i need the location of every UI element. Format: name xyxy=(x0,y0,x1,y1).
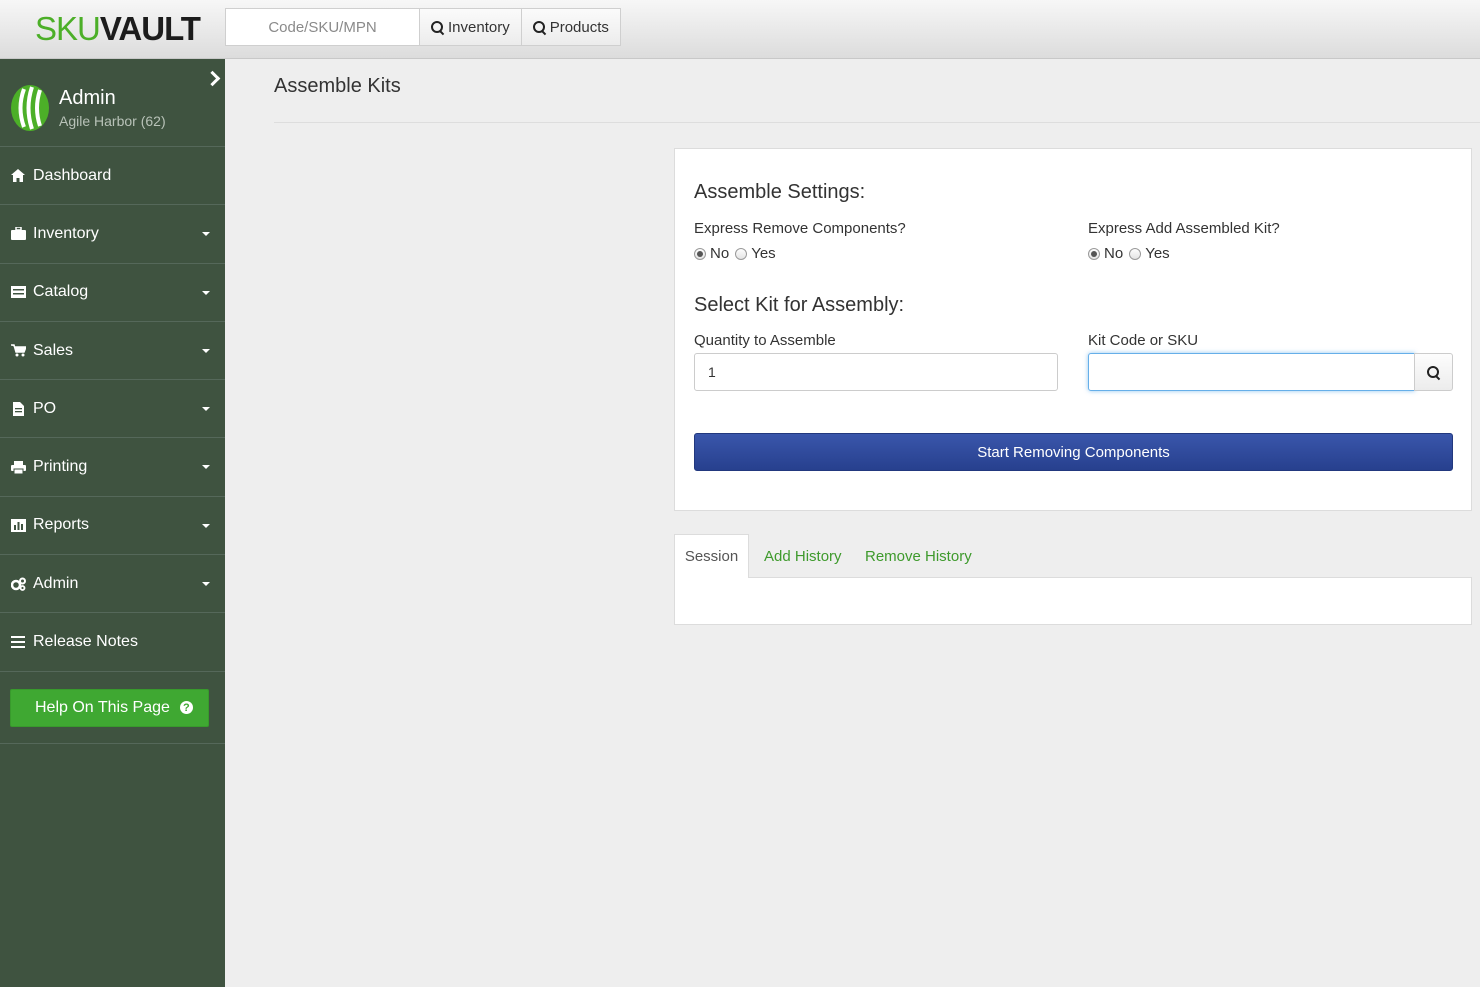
history-tabs: Session Add History Remove History xyxy=(674,534,1472,625)
assemble-settings-heading: Assemble Settings: xyxy=(694,181,866,203)
skuvault-logo[interactable]: SKUVAULT xyxy=(35,11,201,47)
page-title: Assemble Kits xyxy=(274,75,401,97)
list-icon xyxy=(10,285,26,299)
global-search: Inventory Products xyxy=(225,8,621,46)
help-section: Help On This Page ? xyxy=(0,672,225,744)
sidebar-item-admin[interactable]: Admin xyxy=(0,555,225,614)
skuvault-avatar-icon xyxy=(11,85,49,131)
question-circle-icon: ? xyxy=(179,701,193,715)
printer-icon xyxy=(10,460,26,474)
express-remove-radio-group: No Yes xyxy=(694,245,782,262)
caret-down-icon xyxy=(202,582,210,587)
express-add-yes-radio[interactable] xyxy=(1129,247,1142,260)
express-remove-yes-radio[interactable] xyxy=(735,247,748,260)
code-sku-search-input[interactable] xyxy=(225,8,419,46)
sidebar-item-dashboard[interactable]: Dashboard xyxy=(0,147,225,206)
express-remove-label: Express Remove Components? xyxy=(694,220,906,237)
search-icon xyxy=(532,20,546,34)
express-add-label: Express Add Assembled Kit? xyxy=(1088,220,1280,237)
menu-icon xyxy=(10,635,26,649)
user-org: Agile Harbor (62) xyxy=(59,113,166,129)
sidebar-item-catalog[interactable]: Catalog xyxy=(0,264,225,322)
briefcase-icon xyxy=(10,227,26,241)
sidebar-item-reports[interactable]: Reports xyxy=(0,497,225,556)
caret-down-icon xyxy=(202,232,210,237)
title-divider xyxy=(274,122,1480,123)
search-inventory-button[interactable]: Inventory xyxy=(419,8,522,46)
select-kit-heading: Select Kit for Assembly: xyxy=(694,294,905,316)
user-name: Admin xyxy=(59,87,116,109)
home-icon xyxy=(10,169,26,183)
cart-icon xyxy=(10,344,26,358)
sidebar-item-release-notes[interactable]: Release Notes xyxy=(0,613,225,672)
assemble-settings-panel: Assemble Settings: Express Remove Compon… xyxy=(674,148,1472,511)
help-on-this-page-button[interactable]: Help On This Page ? xyxy=(10,688,209,727)
caret-down-icon xyxy=(202,465,210,470)
tab-add-history[interactable]: Add History xyxy=(764,534,842,578)
user-profile: Admin Agile Harbor (62) xyxy=(0,59,225,147)
express-add-radio-group: No Yes xyxy=(1088,245,1176,262)
document-icon xyxy=(10,401,26,416)
sidebar: Admin Agile Harbor (62) Dashboard Invent… xyxy=(0,59,225,987)
express-remove-no-radio[interactable] xyxy=(694,247,706,260)
chart-icon xyxy=(10,518,26,532)
chevron-right-icon[interactable] xyxy=(207,71,217,85)
search-products-button[interactable]: Products xyxy=(521,8,621,46)
kit-code-input[interactable] xyxy=(1088,353,1415,391)
kit-code-label: Kit Code or SKU xyxy=(1088,332,1199,349)
top-bar: SKUVAULT Inventory Products xyxy=(0,0,1480,59)
sidebar-item-sales[interactable]: Sales xyxy=(0,322,225,381)
caret-down-icon xyxy=(202,523,210,528)
kit-search-button[interactable] xyxy=(1414,353,1453,391)
quantity-input[interactable] xyxy=(694,353,1058,391)
cogs-icon xyxy=(10,577,26,591)
quantity-label: Quantity to Assemble xyxy=(694,332,836,349)
caret-down-icon xyxy=(202,407,210,412)
express-add-no-radio[interactable] xyxy=(1088,247,1100,260)
tab-remove-history[interactable]: Remove History xyxy=(865,534,972,578)
start-removing-components-button[interactable]: Start Removing Components xyxy=(694,433,1453,471)
caret-down-icon xyxy=(202,348,210,353)
sidebar-item-inventory[interactable]: Inventory xyxy=(0,205,225,264)
search-icon xyxy=(431,20,444,34)
sidebar-item-printing[interactable]: Printing xyxy=(0,438,225,497)
tab-content-panel xyxy=(674,577,1472,625)
sidebar-item-po[interactable]: PO xyxy=(0,380,225,439)
tab-session[interactable]: Session xyxy=(674,534,749,578)
search-icon xyxy=(1427,365,1440,379)
caret-down-icon xyxy=(202,290,210,295)
